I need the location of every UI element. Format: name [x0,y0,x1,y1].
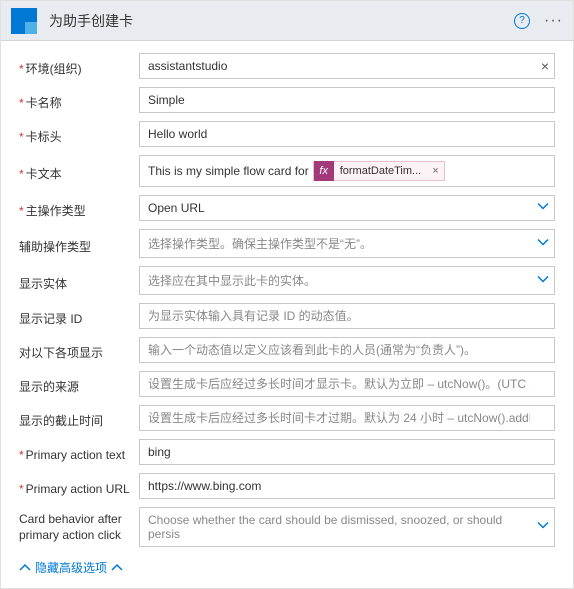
row-display-entity: 显示实体 选择应在其中显示此卡的实体。 [19,266,555,295]
input-primary-action-url[interactable] [139,473,555,499]
row-display-record-id: 显示记录 ID [19,303,555,329]
fx-icon: fx [314,161,334,181]
row-display-deadline: 显示的截止时间 [19,405,555,431]
panel-header: 为助手创建卡 ? ··· [1,1,573,41]
token-label: formatDateTim... [334,165,428,177]
panel-title: 为助手创建卡 [49,11,514,31]
row-card-behavior: Card behavior after primary action click… [19,507,555,547]
select-primary-type[interactable]: Open URL [139,195,555,221]
row-environment: 环境(组织) × [19,53,555,79]
input-card-name[interactable] [139,87,555,113]
hide-advanced-label: 隐藏高级选项 [35,559,107,576]
chevron-down-icon[interactable] [537,273,549,288]
row-card-header: 卡标头 [19,121,555,147]
label-display-entity: 显示实体 [19,270,139,292]
hide-advanced-link[interactable]: 隐藏高级选项 [19,555,555,580]
label-primary-action-url: Primary action URL [19,477,139,496]
select-card-behavior[interactable]: Choose whether the card should be dismis… [139,507,555,547]
panel-body: 环境(组织) × 卡名称 卡标头 卡文本 This is my simple f… [1,41,573,588]
connector-icon [11,8,37,34]
label-card-behavior: Card behavior after primary action click [19,507,139,543]
expression-token[interactable]: fx formatDateTim... × [313,161,445,181]
label-secondary-type: 辅助操作类型 [19,233,139,255]
label-display-record-id: 显示记录 ID [19,305,139,327]
row-primary-action-text: Primary action text [19,439,555,465]
clear-icon[interactable]: × [541,58,549,74]
label-primary-type: 主操作类型 [19,197,139,219]
chevron-down-icon[interactable] [537,236,549,251]
more-icon[interactable]: ··· [544,12,563,30]
label-display-deadline: 显示的截止时间 [19,407,139,429]
display-entity-placeholder: 选择应在其中显示此卡的实体。 [148,272,316,289]
card-panel: 为助手创建卡 ? ··· 环境(组织) × 卡名称 卡标头 卡 [0,0,574,589]
input-card-text[interactable]: This is my simple flow card for fx forma… [139,155,555,187]
chevron-up-icon [19,562,31,574]
row-display-source: 显示的来源 [19,371,555,397]
token-remove-icon[interactable]: × [427,165,443,177]
primary-type-value: Open URL [148,201,205,215]
input-display-deadline[interactable] [139,405,555,431]
label-card-text: 卡文本 [19,160,139,182]
row-secondary-type: 辅助操作类型 选择操作类型。确保主操作类型不是“无”。 [19,229,555,258]
input-display-record-id[interactable] [139,303,555,329]
secondary-type-placeholder: 选择操作类型。确保主操作类型不是“无”。 [148,235,372,252]
help-icon[interactable]: ? [514,13,530,29]
header-actions: ? ··· [514,12,563,30]
card-text-prefix: This is my simple flow card for [148,164,309,178]
row-display-for: 对以下各项显示 [19,337,555,363]
input-display-for[interactable] [139,337,555,363]
select-secondary-type[interactable]: 选择操作类型。确保主操作类型不是“无”。 [139,229,555,258]
row-primary-action-url: Primary action URL [19,473,555,499]
label-display-source: 显示的来源 [19,373,139,395]
card-behavior-placeholder: Choose whether the card should be dismis… [148,513,530,541]
chevron-up-icon [111,562,123,574]
label-card-header: 卡标头 [19,123,139,145]
row-primary-type: 主操作类型 Open URL [19,195,555,221]
input-card-header[interactable] [139,121,555,147]
input-display-source[interactable] [139,371,555,397]
chevron-down-icon[interactable] [537,520,549,535]
select-display-entity[interactable]: 选择应在其中显示此卡的实体。 [139,266,555,295]
row-card-name: 卡名称 [19,87,555,113]
label-display-for: 对以下各项显示 [19,339,139,361]
row-card-text: 卡文本 This is my simple flow card for fx f… [19,155,555,187]
chevron-down-icon[interactable] [537,201,549,216]
label-environment: 环境(组织) [19,55,139,77]
input-primary-action-text[interactable] [139,439,555,465]
label-card-name: 卡名称 [19,89,139,111]
input-environment[interactable] [139,53,555,79]
label-primary-action-text: Primary action text [19,443,139,462]
